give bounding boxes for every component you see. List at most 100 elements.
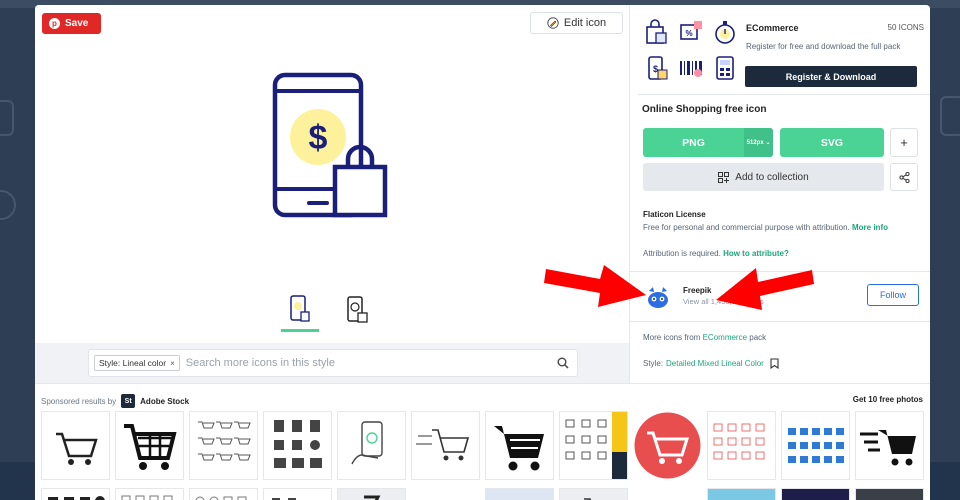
icon-title: Online Shopping free icon (642, 104, 767, 115)
cart-icon-set (198, 421, 251, 461)
register-download-button[interactable]: Register & Download (745, 66, 917, 87)
stock-image-icon (364, 495, 381, 500)
follow-button[interactable]: Follow (867, 284, 919, 306)
lineal-icon-set (565, 412, 627, 479)
payment-icon-set (274, 420, 322, 468)
pack-description: Register for free and download the full … (746, 42, 901, 51)
edit-label: Edit icon (563, 17, 607, 29)
cart-icon (584, 498, 592, 500)
icon-info-sidebar: % $ ECommerce 50 ICONS Register for free… (629, 5, 930, 383)
more-suffix: pack (749, 333, 767, 342)
fast-cart-icon (860, 430, 916, 466)
stock-thumb-thin-line-set[interactable] (707, 411, 776, 480)
edit-icon-button[interactable]: Edit icon (530, 12, 623, 34)
style-label: Style: (643, 359, 664, 368)
red-cart-icon (634, 412, 701, 479)
variant-lineal[interactable] (339, 288, 377, 332)
style-chip-label: Style: Lineal color (99, 358, 167, 368)
stock-thumb-row2-5[interactable] (337, 488, 406, 500)
pack-link[interactable]: ECommerce (703, 333, 747, 342)
icon-detail-modal: p Save Edit icon $ Style: Lineal color ×… (35, 5, 930, 500)
pinterest-save-button[interactable]: p Save (42, 13, 101, 34)
annotation-arrow-right (716, 268, 814, 310)
background-ghost-icon-left-2 (0, 190, 16, 220)
get-free-photos-link[interactable]: Get 10 free photos (853, 395, 923, 404)
author-name[interactable]: Freepik (683, 286, 711, 295)
stock-thumb-row2-2[interactable] (115, 488, 184, 500)
cart-icon-set (48, 496, 105, 500)
png-label: PNG (682, 136, 705, 149)
add-to-collection-button[interactable]: Add to collection (643, 163, 884, 191)
stock-thumb-row2-7[interactable] (559, 488, 628, 500)
style-filter-chip[interactable]: Style: Lineal color × (94, 355, 180, 371)
more-icons-from-pack: More icons from ECommerce pack (643, 333, 766, 342)
png-size-dropdown[interactable]: 512px ⌄ (744, 128, 773, 157)
icon-set (272, 498, 296, 500)
stock-thumb-hand-phone[interactable] (337, 411, 406, 480)
stock-thumb-lineal-set[interactable] (559, 411, 628, 480)
pinterest-icon: p (49, 18, 60, 29)
stock-thumb-fast-cart[interactable] (411, 411, 480, 480)
shopping-cart-icon (494, 426, 544, 471)
icon-set (195, 496, 247, 500)
svg-text:$: $ (309, 119, 328, 157)
pack-thumb-calculator-icon (716, 56, 734, 80)
icon-preview-area: p Save Edit icon $ Style: Lineal color ×… (35, 5, 629, 383)
png-download-button[interactable]: PNG 512px ⌄ (643, 128, 773, 157)
style-info: Style: Detailed Mixed Lineal Color (643, 358, 779, 369)
attribution-text: Attribution is required. (643, 249, 721, 258)
pack-icon-count: 50 ICONS (887, 23, 924, 32)
pack-promo[interactable]: % $ ECommerce 50 ICONS Register for free… (638, 13, 930, 95)
save-label: Save (65, 18, 89, 29)
svg-text:$: $ (653, 64, 658, 74)
online-shopping-main-icon: $ (272, 72, 388, 218)
background-ghost-icon-left (0, 100, 14, 136)
stock-thumb-ecommerce-set[interactable] (781, 411, 850, 480)
share-button[interactable] (890, 163, 918, 191)
hand-phone-icon (351, 421, 383, 465)
license-description: Free for personal and commercial purpose… (643, 223, 888, 232)
adobe-stock-logo-icon: St (121, 394, 136, 408)
pack-thumb-barcode-icon (680, 61, 702, 77)
adobe-stock-brand[interactable]: Adobe Stock (140, 397, 189, 406)
style-search-bar: Style: Lineal color × (35, 343, 629, 383)
collection-label: Add to collection (735, 171, 809, 183)
variant-lineal-color-icon (290, 294, 310, 322)
pack-thumb-discount-icon: % (680, 21, 702, 40)
stock-thumb-fast-cart-black[interactable] (855, 411, 924, 480)
stock-thumb-cart-outline[interactable] (41, 411, 110, 480)
thin-line-icon-set (713, 423, 765, 460)
style-search-input[interactable] (185, 357, 557, 369)
stock-thumb-payment-set[interactable] (263, 411, 332, 480)
style-link[interactable]: Detailed Mixed Lineal Color (666, 359, 764, 368)
variant-lineal-color[interactable] (281, 288, 319, 332)
bookmark-icon[interactable] (770, 358, 779, 369)
sponsored-label: Sponsored results by St Adobe Stock (41, 394, 189, 408)
variant-lineal-icon (347, 296, 368, 323)
more-formats-button[interactable]: + (890, 128, 918, 157)
stock-thumb-row2-10[interactable] (855, 488, 924, 500)
search-icon[interactable] (557, 357, 569, 369)
sponsored-results: Sponsored results by St Adobe Stock Get … (35, 383, 930, 500)
stock-thumb-row2-4[interactable] (263, 488, 332, 500)
pack-name[interactable]: ECommerce (746, 23, 799, 33)
stock-thumb-red-circle-cart[interactable] (633, 411, 702, 480)
background-ghost-icon-right (940, 96, 960, 136)
more-info-link[interactable]: More info (852, 223, 888, 232)
stock-thumb-row2-6[interactable] (485, 488, 554, 500)
pack-thumb-shopping-bag-icon (646, 19, 667, 44)
svg-download-button[interactable]: SVG (780, 128, 884, 157)
stock-thumb-row2-1[interactable] (41, 488, 110, 500)
stock-thumb-cart-black[interactable] (485, 411, 554, 480)
license-title: Flaticon License (643, 210, 706, 219)
close-icon[interactable]: × (170, 359, 175, 368)
stock-thumb-row2-9[interactable] (781, 488, 850, 500)
stock-thumb-row2-8[interactable] (707, 488, 776, 500)
divider (630, 321, 930, 322)
stock-thumb-cart-set[interactable] (189, 411, 258, 480)
stock-thumb-row2-3[interactable] (189, 488, 258, 500)
license-text: Free for personal and commercial purpose… (643, 223, 850, 232)
pack-thumb-stopwatch-icon (715, 21, 735, 44)
stock-thumb-cart-bold[interactable] (115, 411, 184, 480)
ecommerce-icon-set (788, 428, 844, 463)
